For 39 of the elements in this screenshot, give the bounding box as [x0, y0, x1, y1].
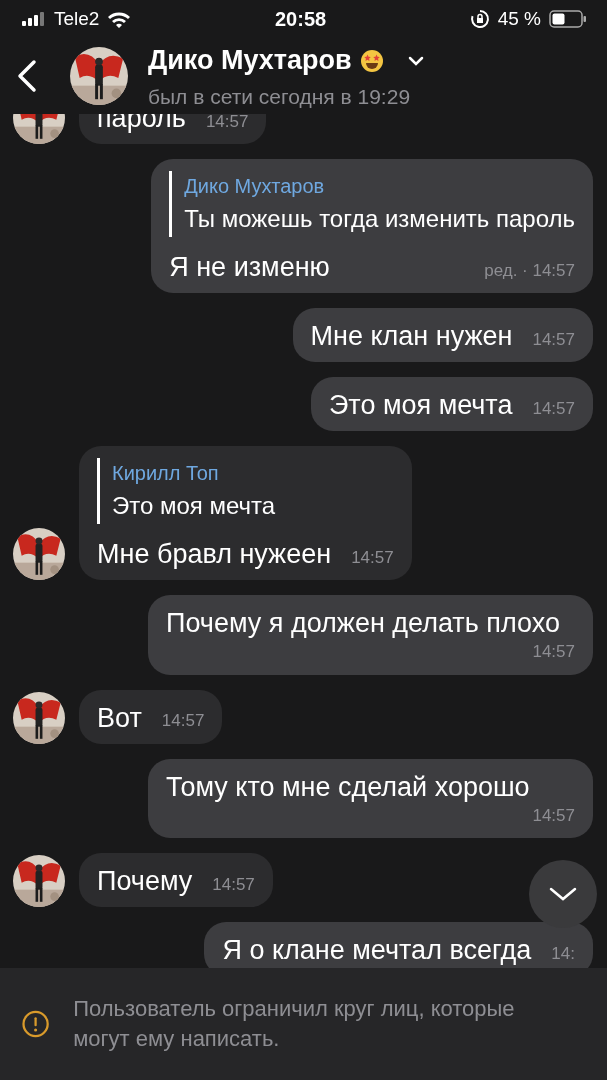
chevron-down-icon — [548, 886, 578, 902]
rotation-lock-icon — [469, 9, 490, 30]
quote-text: Ты можешь тогда изменить пароль — [184, 204, 575, 234]
message-text: Почему — [97, 865, 193, 897]
message-time: 14:57 — [350, 546, 394, 569]
message-text: Это моя мечта — [328, 389, 513, 421]
message-text: Я о клане мечтал всегда — [222, 934, 532, 966]
quote-text: Это моя мечта — [112, 491, 277, 521]
quote-author: Дико Мухтаров — [184, 174, 326, 199]
wifi-icon — [107, 10, 132, 28]
back-icon[interactable] — [16, 59, 38, 94]
battery-percent: 45 % — [497, 7, 541, 32]
restriction-notice: Пользователь ограничил круг лиц, которые могут ему написать. — [73, 995, 516, 1053]
star-eyes-emoji-icon — [359, 48, 384, 73]
contact-name[interactable]: Дико Мухтаров — [148, 40, 352, 81]
reply-quote[interactable]: Дико Мухтаров Ты можешь тогда изменить пароль — [169, 171, 575, 237]
last-seen-status: был в сети сегодня в 19:29 — [148, 83, 412, 110]
carrier-name: Tele2 — [54, 7, 100, 32]
clock: 20:58 — [274, 7, 327, 33]
message-text: Мне клан нужен — [310, 320, 513, 352]
message-text: Почему я должен делать плохо — [166, 607, 560, 639]
message-text: Вот — [97, 701, 142, 734]
quote-author: Кирилл Топ — [112, 461, 220, 486]
reply-quote[interactable]: Кирилл Топ Это моя мечта — [97, 458, 394, 524]
signal-icon — [22, 12, 46, 27]
message-time: ред. · 14:57 — [483, 259, 575, 282]
message-time: 14:57 — [211, 873, 255, 896]
message-text: Мне бравл нужеен — [97, 538, 332, 570]
message-time: 14: — [550, 942, 575, 965]
message-time: 14:57 — [531, 328, 575, 351]
message-time: 14:57 — [531, 804, 575, 827]
message-time: 14:57 — [204, 113, 249, 133]
chevron-down-icon[interactable] — [407, 55, 424, 66]
message-text: Тому кто мне сделай хорошо — [166, 770, 530, 803]
battery-icon — [549, 10, 587, 29]
message-time: 14:57 — [531, 397, 575, 420]
message-time: 14:57 — [160, 710, 205, 732]
message-time: 14:57 — [531, 641, 575, 663]
message-text: Я не изменю — [169, 251, 330, 283]
